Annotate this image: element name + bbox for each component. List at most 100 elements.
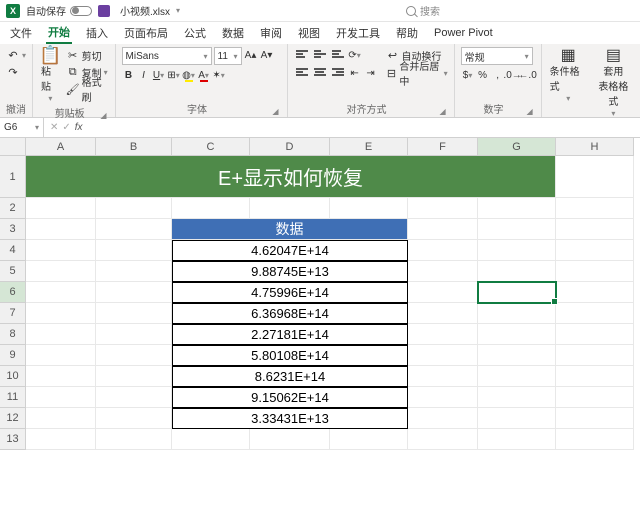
merge-center-button[interactable]: ⊟合并后居中▾ (386, 65, 448, 81)
data-cell[interactable]: 8.6231E+14 (172, 366, 408, 387)
cell[interactable] (478, 366, 556, 387)
cell[interactable] (96, 198, 172, 219)
cell[interactable] (478, 240, 556, 261)
cell[interactable] (556, 219, 634, 240)
worksheet-grid[interactable]: A B C D E F G H 1E+显示如何恢复23数据44.62047E+1… (0, 138, 640, 450)
italic-button[interactable]: I (137, 67, 151, 83)
decrease-decimal-button[interactable]: ←.0 (521, 67, 535, 83)
cell[interactable] (408, 261, 478, 282)
enter-icon[interactable]: ✓ (62, 122, 70, 133)
cell[interactable] (556, 366, 634, 387)
tab-data[interactable]: 数据 (220, 23, 246, 43)
cell[interactable] (96, 366, 172, 387)
cell[interactable] (96, 324, 172, 345)
cell[interactable] (556, 240, 634, 261)
cell[interactable] (408, 219, 478, 240)
tab-formulas[interactable]: 公式 (182, 23, 208, 43)
cell[interactable] (96, 345, 172, 366)
cell[interactable] (556, 387, 634, 408)
accounting-button[interactable]: $▾ (461, 67, 475, 83)
underline-button[interactable]: U▾ (152, 67, 166, 83)
fill-color-button[interactable]: ◍▾ (182, 67, 196, 83)
cell[interactable] (408, 240, 478, 261)
cell[interactable] (408, 282, 478, 303)
col-header[interactable]: E (330, 138, 408, 156)
col-header[interactable]: A (26, 138, 96, 156)
tab-dev[interactable]: 开发工具 (334, 23, 382, 43)
cell[interactable] (26, 408, 96, 429)
cell[interactable] (96, 261, 172, 282)
cell[interactable] (478, 219, 556, 240)
row-header[interactable]: 11 (0, 387, 26, 408)
tab-powerpivot[interactable]: Power Pivot (432, 25, 495, 41)
cell[interactable] (26, 345, 96, 366)
cell[interactable] (330, 198, 408, 219)
format-painter-button[interactable]: 🖌格式刷 (66, 81, 109, 97)
paste-button[interactable]: 📋 粘贴 ▾ (39, 47, 62, 104)
row-header[interactable]: 9 (0, 345, 26, 366)
col-header[interactable]: D (250, 138, 330, 156)
font-size-select[interactable]: 11▾ (214, 47, 242, 65)
percent-button[interactable]: % (476, 67, 490, 83)
cell[interactable] (408, 387, 478, 408)
row-header[interactable]: 1 (0, 156, 26, 198)
dialog-launcher-icon[interactable]: ◢ (272, 107, 280, 116)
selected-cell[interactable] (478, 282, 556, 303)
cell[interactable] (96, 408, 172, 429)
cell[interactable] (556, 198, 634, 219)
cell[interactable] (556, 429, 634, 450)
row-header[interactable]: 12 (0, 408, 26, 429)
tab-help[interactable]: 帮助 (394, 23, 420, 43)
cell[interactable] (408, 366, 478, 387)
chevron-down-icon[interactable]: ▾ (176, 6, 180, 15)
table-format-button[interactable]: ▤套用 表格格式▾ (593, 47, 634, 119)
font-color-button[interactable]: A▾ (197, 67, 211, 83)
row-header[interactable]: 6 (0, 282, 26, 303)
tab-insert[interactable]: 插入 (84, 23, 110, 43)
data-cell[interactable]: 2.27181E+14 (172, 324, 408, 345)
cell[interactable] (408, 324, 478, 345)
indent-decrease-button[interactable]: ⇤ (348, 65, 362, 81)
cell[interactable] (478, 387, 556, 408)
cell[interactable] (556, 261, 634, 282)
dialog-launcher-icon[interactable]: ◢ (526, 107, 534, 116)
data-cell[interactable]: 6.36968E+14 (172, 303, 408, 324)
fx-icon[interactable]: fx (75, 122, 83, 133)
phonetic-button[interactable]: ✶▾ (212, 67, 226, 83)
align-center-button[interactable] (312, 65, 328, 79)
align-bottom-button[interactable] (330, 47, 346, 61)
align-right-button[interactable] (330, 65, 346, 79)
cell[interactable] (556, 324, 634, 345)
cell[interactable] (96, 387, 172, 408)
cell[interactable] (556, 345, 634, 366)
increase-font-button[interactable]: A▴ (244, 47, 258, 63)
orientation-button[interactable]: ⟳▾ (348, 47, 362, 63)
cell[interactable] (408, 429, 478, 450)
indent-increase-button[interactable]: ⇥ (364, 65, 378, 81)
undo-button[interactable]: ↶▾ (6, 47, 26, 63)
cell[interactable] (172, 429, 250, 450)
cell[interactable] (26, 324, 96, 345)
cell[interactable] (26, 261, 96, 282)
cell[interactable] (478, 345, 556, 366)
tab-layout[interactable]: 页面布局 (122, 23, 170, 43)
data-cell[interactable]: 5.80108E+14 (172, 345, 408, 366)
cell[interactable] (96, 429, 172, 450)
cell[interactable] (26, 303, 96, 324)
row-header[interactable]: 3 (0, 219, 26, 240)
cell[interactable] (96, 240, 172, 261)
col-header[interactable]: F (408, 138, 478, 156)
font-name-select[interactable]: MiSans▾ (122, 47, 212, 65)
cell[interactable] (478, 303, 556, 324)
cell[interactable] (478, 324, 556, 345)
cell[interactable] (250, 198, 330, 219)
cell[interactable] (330, 429, 408, 450)
select-all-corner[interactable] (0, 138, 26, 156)
conditional-format-button[interactable]: ▦条件格式▾ (548, 47, 589, 104)
cell[interactable] (250, 429, 330, 450)
cell[interactable] (408, 198, 478, 219)
cell[interactable] (556, 303, 634, 324)
cell[interactable] (26, 366, 96, 387)
cell[interactable] (26, 282, 96, 303)
cell[interactable] (408, 408, 478, 429)
